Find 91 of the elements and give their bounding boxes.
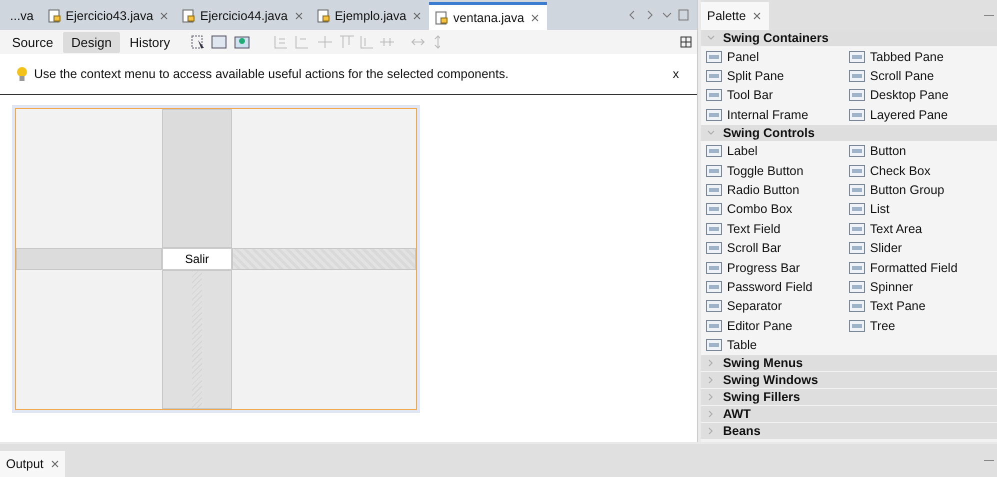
palette-category[interactable]: Beans (701, 422, 997, 440)
component-icon (706, 318, 722, 333)
palette-item[interactable]: Password Field (701, 277, 844, 297)
lightbulb-icon (16, 66, 28, 82)
palette-item[interactable]: Toggle Button (701, 160, 844, 180)
output-tab[interactable]: Output (0, 451, 65, 477)
component-icon (706, 299, 722, 314)
palette-category[interactable]: Swing Fillers (701, 388, 997, 406)
component-icon (706, 88, 722, 102)
component-icon (849, 260, 865, 275)
view-button[interactable]: History (122, 32, 178, 52)
palette-item[interactable]: Button (844, 142, 997, 161)
tab-navigation-icon[interactable] (627, 8, 691, 22)
close-icon[interactable] (531, 14, 540, 22)
palette-item[interactable]: Slider (844, 238, 997, 258)
component-icon (706, 222, 722, 236)
file-tab[interactable]: ...va (4, 2, 42, 30)
component-icon (849, 241, 865, 256)
palette-item[interactable]: Tabbed Pane (844, 47, 997, 66)
palette-item[interactable]: Button Group (844, 180, 997, 200)
component-icon (706, 280, 722, 294)
component-icon (706, 183, 722, 198)
palette-item[interactable]: Scroll Pane (844, 66, 997, 86)
palette-item[interactable]: Internal Frame (701, 105, 844, 125)
file-tab[interactable]: ventana.java (429, 2, 548, 30)
component-icon (849, 202, 865, 216)
component-icon (849, 164, 865, 178)
component-icon (706, 144, 722, 158)
file-tab[interactable]: Ejemplo.java (310, 2, 430, 30)
palette-item[interactable]: Text Area (844, 219, 997, 239)
component-icon (849, 108, 865, 122)
component-icon (849, 318, 865, 333)
palette-item[interactable]: Tool Bar (701, 86, 844, 106)
palette-item[interactable]: Text Field (701, 219, 844, 239)
palette-item[interactable]: Label (701, 142, 844, 161)
component-icon (706, 69, 722, 84)
component-icon (849, 69, 865, 84)
minimize-icon[interactable] (984, 14, 994, 16)
palette-category[interactable]: AWT (701, 406, 997, 423)
view-button[interactable]: Source (4, 32, 62, 52)
palette-category[interactable]: Swing Controls (701, 124, 997, 142)
palette-item[interactable]: Text Pane (844, 296, 997, 316)
palette-item[interactable]: Scroll Bar (701, 238, 844, 258)
component-icon (706, 260, 722, 275)
component-icon (849, 299, 865, 314)
component-icon (849, 88, 865, 102)
grid-icon[interactable] (680, 36, 692, 48)
palette-item[interactable]: Desktop Pane (844, 86, 997, 106)
view-button[interactable]: Design (63, 32, 120, 52)
palette-category[interactable]: Swing Windows (701, 372, 997, 389)
close-icon[interactable] (50, 460, 59, 468)
component-icon (706, 108, 722, 122)
component-icon (706, 164, 722, 178)
component-icon (706, 50, 722, 64)
component-icon (706, 338, 722, 352)
palette-item[interactable]: Editor Pane (701, 316, 844, 336)
component-icon (849, 144, 865, 158)
component-icon (849, 222, 865, 236)
palette-item[interactable]: Tree (844, 316, 997, 336)
palette-item[interactable]: Check Box (844, 160, 997, 180)
close-icon[interactable] (294, 12, 303, 20)
chevron-icon (707, 34, 715, 42)
salir-button[interactable]: Salir (162, 248, 232, 270)
palette-item[interactable]: Radio Button (701, 180, 844, 200)
component-icon (706, 202, 722, 216)
palette-item[interactable]: Spinner (844, 277, 997, 297)
palette-tab[interactable]: Palette (701, 2, 769, 30)
component-icon (849, 50, 865, 64)
component-icon (849, 183, 865, 198)
close-info-button[interactable]: x (672, 67, 683, 81)
component-icon (849, 280, 865, 294)
file-tab[interactable]: Ejercicio44.java (176, 2, 311, 30)
palette-item[interactable]: Progress Bar (701, 258, 844, 278)
palette-category[interactable]: Swing Containers (701, 30, 997, 47)
info-message: Use the context menu to access available useful actions for the selected components. (34, 67, 509, 81)
close-icon[interactable] (413, 12, 422, 20)
palette-item[interactable]: Layered Pane (844, 105, 997, 125)
palette-item[interactable]: Combo Box (701, 200, 844, 220)
toolbar-icons[interactable] (190, 34, 440, 50)
close-icon[interactable] (160, 12, 168, 20)
palette-item[interactable]: Separator (701, 296, 844, 316)
palette-item[interactable]: List (844, 200, 997, 220)
palette-item[interactable]: Table (701, 335, 844, 355)
palette-item[interactable]: Split Pane (701, 66, 844, 86)
file-tab[interactable]: Ejercicio43.java (42, 2, 176, 30)
palette-category[interactable]: Swing Menus (701, 354, 997, 372)
palette-item[interactable]: Panel (701, 47, 844, 66)
component-icon (706, 241, 722, 256)
close-icon[interactable] (752, 12, 761, 20)
chevron-icon (707, 128, 715, 137)
palette-item[interactable]: Formatted Field (844, 258, 997, 278)
